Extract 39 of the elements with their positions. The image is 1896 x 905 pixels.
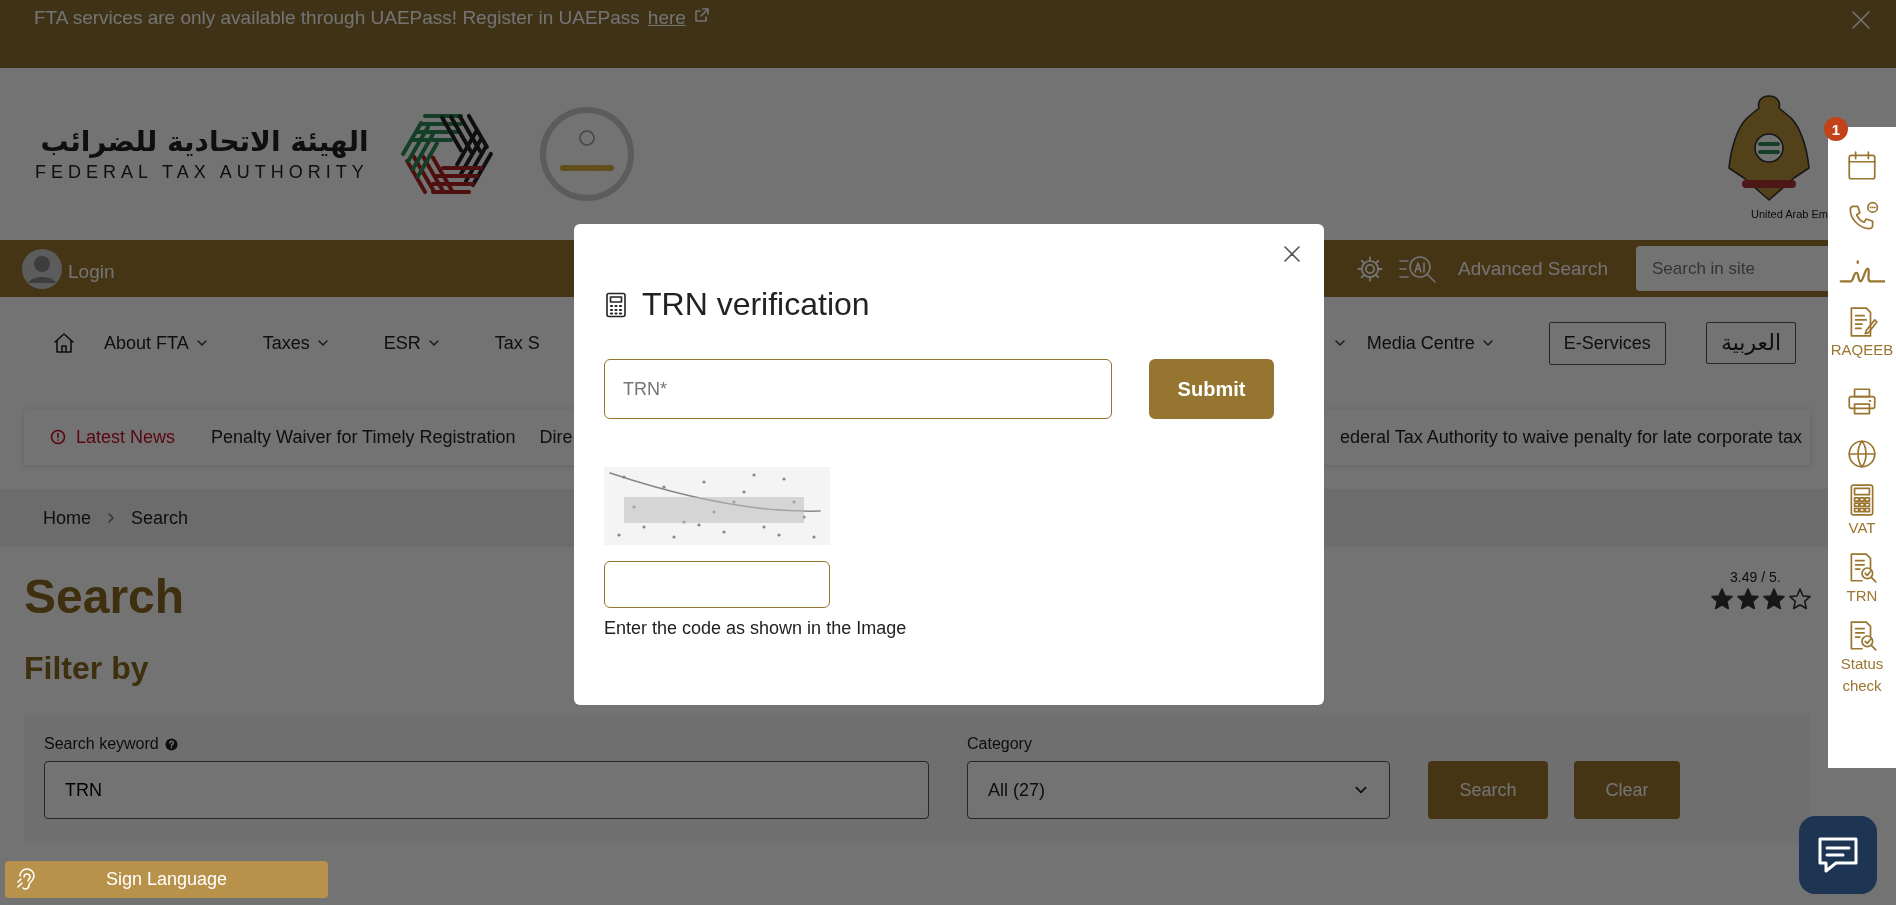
rating-value: 3.49 / 5. xyxy=(1729,569,1781,585)
dialog-title: TRN verification xyxy=(642,286,870,323)
advanced-search-link[interactable]: Advanced Search xyxy=(1458,257,1608,280)
logo-english-text: FEDERAL TAX AUTHORITY xyxy=(35,162,369,183)
latest-news-label: Latest News xyxy=(76,426,176,448)
login-label: Login xyxy=(68,260,115,283)
banner-message: FTA services are only available through UAEPass! Register in UAEPass xyxy=(34,7,640,29)
emblem-caption: United Arab Em xyxy=(1750,208,1828,220)
news-headline-link[interactable]: Penalty Waiver for Timely Registration xyxy=(211,426,516,448)
logo-arabic-text: الهيئة الاتحادية للضرائب xyxy=(40,125,369,158)
category-dropdown[interactable]: All (27) xyxy=(967,761,1390,819)
news-headline-link[interactable]: Dire xyxy=(539,426,573,448)
nav-menu-item[interactable]: Tax S xyxy=(494,332,540,354)
breadcrumb-item[interactable]: Home xyxy=(43,507,91,529)
nav-button[interactable]: E-Services xyxy=(1548,321,1666,365)
login-link[interactable]: Login xyxy=(22,248,115,289)
field-label: Category xyxy=(967,735,1033,753)
captcha-hint: Enter the code as shown in the Image xyxy=(604,618,908,639)
filter-heading: Filter by xyxy=(24,650,149,687)
nav-button[interactable]: العربية xyxy=(1705,322,1796,364)
page-title: Search xyxy=(24,569,185,624)
nav-menu-item[interactable]: About FTA xyxy=(104,332,237,354)
sidebar-item[interactable]: RAQEEB xyxy=(1828,293,1896,373)
here-link[interactable]: here xyxy=(647,7,686,29)
trn-field[interactable]: TRN* xyxy=(604,359,1112,419)
sign-language-button[interactable]: Sign Language xyxy=(5,861,328,898)
sidebar-item[interactable]: Status check xyxy=(1828,613,1896,703)
submit-button[interactable]: Submit xyxy=(1149,359,1274,419)
news-headline-link[interactable]: ederal Tax Authority to waive penalty for late corporate tax xyxy=(1340,426,1802,448)
nav-menu-item[interactable]: Media Centre xyxy=(1366,332,1523,354)
nav-menu-item[interactable]: Taxes xyxy=(262,332,358,354)
field-label: Search keyword xyxy=(44,735,159,753)
sidebar-item[interactable]: VAT xyxy=(1828,477,1896,545)
clear-button[interactable]: Clear xyxy=(1574,761,1680,819)
breadcrumb-item: Search xyxy=(131,507,189,529)
nav-menu-item[interactable]: ESR xyxy=(383,332,469,354)
keyword-field[interactable]: TRN xyxy=(44,761,929,819)
search-button[interactable]: Search xyxy=(1428,761,1548,819)
sidebar-item[interactable]: TRN xyxy=(1828,545,1896,613)
